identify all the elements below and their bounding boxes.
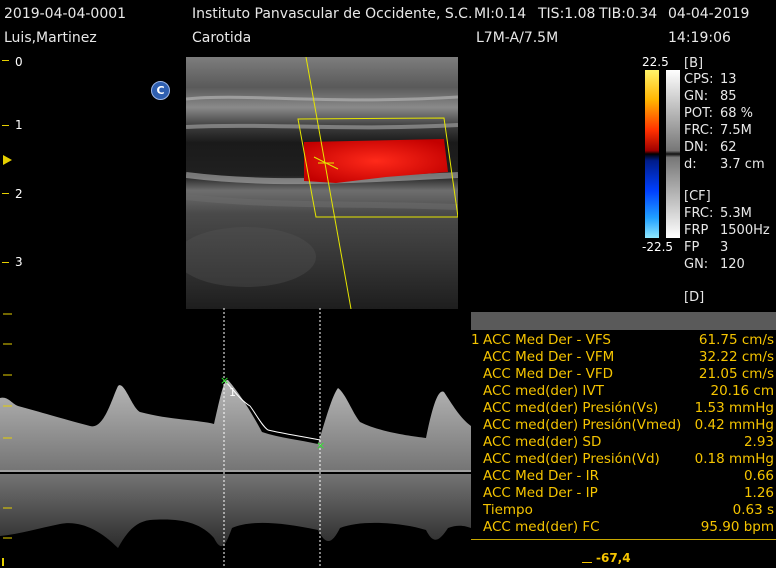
depth-label-2: 2 bbox=[15, 187, 23, 201]
measurement-value: 61.75 cm/s bbox=[698, 332, 774, 348]
bmode-param-key: GN: bbox=[684, 89, 709, 104]
patient-id: 2019-04-04-0001 bbox=[4, 6, 127, 22]
thermal-index-bone: TIB:0.34 bbox=[599, 6, 658, 22]
measurement-row[interactable]: ACC med(der) FC 95.90 bpm bbox=[471, 519, 776, 536]
measurement-value: 0.63 s bbox=[732, 502, 774, 518]
patient-name: Luis,Martinez bbox=[4, 30, 97, 46]
peak-marker-icon[interactable]: × bbox=[220, 374, 229, 387]
bmode-param-key: DN: bbox=[684, 140, 709, 155]
mechanical-index: MI:0.14 bbox=[474, 6, 527, 22]
compound-mode-badge: C bbox=[151, 81, 170, 100]
cf-param-value: 5.3M bbox=[720, 206, 752, 221]
color-scale-max: 22.5 bbox=[642, 55, 669, 69]
measurement-row[interactable]: ACC med(der) Presión(Vs) 1.53 mmHg bbox=[471, 400, 776, 417]
measurement-row[interactable]: ACC med(der) SD 2.93 bbox=[471, 434, 776, 451]
exam-type: Carotida bbox=[192, 30, 252, 46]
bmode-param-value: 3.7 cm bbox=[720, 157, 765, 172]
measurement-label: ACC med(der) Presión(Vd) bbox=[483, 451, 660, 467]
measurement-value: 1.26 bbox=[743, 485, 774, 501]
doppler-spectrum[interactable]: 1 × × bbox=[0, 308, 471, 568]
velocity-scale-value: -67,4 bbox=[596, 551, 631, 565]
measurement-row[interactable]: ACC med(der) Presión(Vmed) 0.42 mmHg bbox=[471, 417, 776, 434]
exam-date: 04-04-2019 bbox=[668, 6, 750, 22]
doppler-title: [D] bbox=[684, 290, 705, 305]
end-marker-icon[interactable]: × bbox=[316, 439, 325, 452]
measurement-value: 95.90 bpm bbox=[700, 519, 774, 535]
measurement-row[interactable]: 1 ACC Med Der - VFS 61.75 cm/s bbox=[471, 332, 776, 349]
measurement-row[interactable]: ACC med(der) IVT 20.16 cm bbox=[471, 383, 776, 400]
bmode-param-value: 68 % bbox=[720, 106, 754, 121]
exam-time: 14:19:06 bbox=[668, 30, 731, 46]
depth-label-0: 0 bbox=[15, 55, 23, 69]
measurement-value: 0.42 mmHg bbox=[694, 417, 774, 433]
measurement-label: ACC med(der) Presión(Vs) bbox=[483, 400, 659, 416]
measurement-label: Tiempo bbox=[483, 502, 533, 518]
measurement-value: 0.66 bbox=[743, 468, 774, 484]
measurement-label: ACC med(der) Presión(Vmed) bbox=[483, 417, 682, 433]
measurement-value: 20.16 cm bbox=[710, 383, 774, 399]
measurement-label: ACC med(der) IVT bbox=[483, 383, 604, 399]
depth-scale: 0 1 2 3 bbox=[0, 55, 30, 315]
measurement-value: 0.18 mmHg bbox=[694, 451, 774, 467]
velocity-scale-tick bbox=[582, 562, 592, 563]
color-velocity-scale bbox=[645, 70, 659, 238]
measurement-label: ACC med(der) SD bbox=[483, 434, 602, 450]
depth-label-3: 3 bbox=[15, 255, 23, 269]
measurement-value: 21.05 cm/s bbox=[698, 366, 774, 382]
measurement-value: 2.93 bbox=[743, 434, 774, 450]
measurement-panel-header bbox=[471, 312, 776, 330]
measurement-row[interactable]: ACC Med Der - IR 0.66 bbox=[471, 468, 776, 485]
measurement-row[interactable]: ACC Med Der - VFM 32.22 cm/s bbox=[471, 349, 776, 366]
measurement-row[interactable]: ACC med(der) Presión(Vd) 0.18 mmHg bbox=[471, 451, 776, 468]
bmode-param-value: 7.5M bbox=[720, 123, 752, 138]
cf-param-value: 120 bbox=[720, 257, 745, 272]
measurement-index: 1 bbox=[471, 332, 480, 348]
measurement-row[interactable]: Tiempo 0.63 s bbox=[471, 502, 776, 519]
focus-marker-icon bbox=[3, 155, 12, 165]
cf-param-value: 3 bbox=[720, 240, 729, 255]
bmode-param-value: 62 bbox=[720, 140, 737, 155]
cf-param-key: FRC: bbox=[684, 206, 714, 221]
measurement-value: 1.53 mmHg bbox=[694, 400, 774, 416]
measurement-label: ACC med(der) FC bbox=[483, 519, 600, 535]
bmode-color-flow-image[interactable] bbox=[186, 57, 458, 309]
bmode-param-key: CPS: bbox=[684, 72, 714, 87]
measurement-row[interactable]: ACC Med Der - VFD 21.05 cm/s bbox=[471, 366, 776, 383]
measurement-label: ACC Med Der - IR bbox=[483, 468, 600, 484]
depth-label-1: 1 bbox=[15, 118, 23, 132]
institution-name: Instituto Panvascular de Occidente, S.C. bbox=[192, 6, 473, 22]
probe-name: L7M-A/7.5M bbox=[476, 30, 559, 46]
measurement-label: ACC Med Der - VFM bbox=[483, 349, 615, 365]
cf-title: [CF] bbox=[684, 189, 711, 204]
measurement-row[interactable]: ACC Med Der - IP 1.26 bbox=[471, 485, 776, 502]
measurement-value: 32.22 cm/s bbox=[698, 349, 774, 365]
color-scale-min: -22.5 bbox=[642, 240, 674, 254]
cf-param-key: GN: bbox=[684, 257, 709, 272]
cf-param-key: FP bbox=[684, 240, 700, 255]
bmode-param-key: POT: bbox=[684, 106, 713, 121]
bmode-title: [B] bbox=[684, 56, 704, 71]
thermal-index-soft: TIS:1.08 bbox=[538, 6, 596, 22]
bmode-param-key: FRC: bbox=[684, 123, 714, 138]
measurement-label: ACC Med Der - IP bbox=[483, 485, 598, 501]
bmode-param-value: 13 bbox=[720, 72, 737, 87]
parameter-panel: [B] CPS: 13 GN: 85 POT: 68 % FRC: 7.5M D… bbox=[683, 56, 776, 312]
cf-param-value: 1500Hz bbox=[720, 223, 770, 238]
trace-marker-label: 1 bbox=[229, 386, 236, 399]
measurement-panel-divider bbox=[471, 539, 776, 540]
bmode-param-value: 85 bbox=[720, 89, 737, 104]
gray-scale-bar bbox=[666, 70, 680, 238]
bmode-param-key: d: bbox=[684, 157, 697, 172]
measurement-label: ACC Med Der - VFD bbox=[483, 366, 614, 382]
cf-param-key: FRP bbox=[684, 223, 709, 238]
measurement-label: ACC Med Der - VFS bbox=[483, 332, 611, 348]
